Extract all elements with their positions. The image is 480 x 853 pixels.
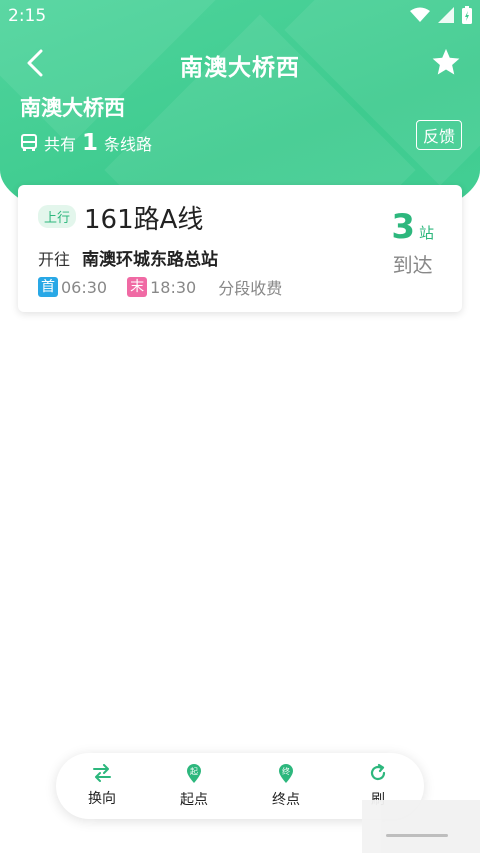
route-count-suffix: 条线路 [104, 135, 153, 154]
first-bus-time: 06:30 [61, 277, 108, 297]
route-count: 共有 1 条线路 [20, 130, 152, 156]
arrive-label: 到达 [392, 253, 433, 277]
route-name: 161路A线 [84, 205, 204, 235]
watermark-bar [386, 834, 448, 837]
wifi-icon [410, 7, 430, 22]
nav-label: 换向 [88, 791, 116, 807]
signal-icon [438, 7, 454, 23]
bus-icon [21, 134, 37, 151]
status-icons [410, 6, 472, 24]
last-bus-tag: 末 [127, 277, 148, 297]
route-count-prefix: 共有 [44, 135, 77, 154]
refresh-icon [370, 763, 386, 781]
battery-icon [462, 6, 472, 24]
toward-label: 开往 [38, 250, 71, 269]
end-marker-icon: 终 [279, 764, 293, 783]
watermark-overlay [362, 800, 480, 853]
station-name: 南澳大桥西 [20, 96, 125, 120]
arrival-info: 3站 到达 [391, 207, 434, 278]
last-bus-time: 18:30 [150, 277, 197, 297]
favorite-button[interactable] [428, 44, 464, 80]
nav-label: 起点 [180, 792, 208, 808]
status-time: 2:15 [8, 6, 47, 26]
status-bar: 2:15 [0, 0, 480, 32]
feedback-button[interactable]: 反馈 [415, 120, 462, 150]
fare-info: 分段收费 [218, 279, 283, 298]
first-bus-tag: 首 [38, 277, 58, 297]
stops-unit: 站 [418, 224, 434, 242]
nav-swap-direction[interactable]: 换向 [62, 764, 142, 808]
route-count-number: 1 [82, 130, 99, 156]
start-marker-icon: 起 [187, 764, 201, 783]
stops-away: 3 [391, 207, 415, 247]
star-icon [432, 48, 460, 75]
route-destination: 南澳环城东路总站 [82, 250, 219, 270]
swap-icon [93, 764, 111, 782]
route-times: 首 06:30 末 18:30 分段收费 [38, 275, 282, 299]
nav-end-point[interactable]: 终 终点 [246, 763, 326, 809]
route-toward: 开往 南澳环城东路总站 [38, 245, 218, 270]
route-card[interactable]: 上行 161路A线 开往 南澳环城东路总站 首 06:30 末 18:30 分段收… [18, 185, 462, 312]
title-bar: 南澳大桥西 [0, 38, 480, 86]
direction-badge: 上行 [38, 205, 77, 228]
end-marker-glyph: 终 [282, 766, 290, 776]
page-title: 南澳大桥西 [180, 55, 300, 81]
nav-start-point[interactable]: 起 起点 [154, 763, 234, 809]
nav-label: 终点 [272, 792, 300, 808]
start-marker-glyph: 起 [190, 767, 198, 776]
